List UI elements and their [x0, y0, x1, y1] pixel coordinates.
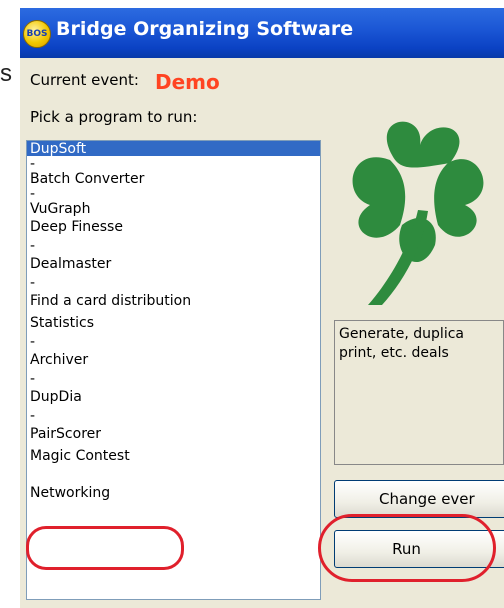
bos-logo-icon: BOS — [23, 20, 51, 48]
list-item-dupdia[interactable]: DupDia — [27, 386, 320, 408]
run-highlight-annotation — [318, 514, 496, 582]
list-separator[interactable]: - — [27, 408, 320, 424]
list-separator[interactable]: - — [27, 238, 320, 254]
list-item-networking[interactable]: Networking — [27, 482, 320, 504]
list-item-dealmaster[interactable]: Dealmaster — [27, 253, 320, 275]
list-item-deep-finesse[interactable]: Deep Finesse — [27, 216, 320, 238]
list-item-dupsoft[interactable]: DupSoft — [27, 141, 320, 157]
four-leaf-clover-icon — [330, 115, 490, 305]
list-item-pairscorer[interactable]: PairScorer — [27, 423, 320, 445]
list-spacer: - — [27, 467, 320, 482]
program-description: Generate, duplica print, etc. deals — [334, 320, 504, 465]
background-text-fragment: s — [0, 60, 12, 87]
list-item-vugraph[interactable]: VuGraph — [27, 201, 320, 217]
list-item-batch-converter[interactable]: Batch Converter — [27, 171, 320, 187]
networking-highlight-annotation — [26, 526, 184, 570]
list-item-magic-contest[interactable]: Magic Contest — [27, 445, 320, 467]
pick-program-label: Pick a program to run: — [30, 108, 198, 126]
list-separator[interactable]: - — [27, 334, 320, 350]
current-event-name: Demo — [155, 70, 220, 94]
list-separator[interactable]: - — [27, 275, 320, 291]
list-item-archiver[interactable]: Archiver — [27, 349, 320, 371]
change-event-button[interactable]: Change ever — [334, 480, 504, 518]
current-event-label: Current event: — [30, 71, 139, 89]
window-title: Bridge Organizing Software — [56, 18, 354, 40]
list-separator[interactable]: - — [27, 371, 320, 387]
title-bar[interactable]: BOS Bridge Organizing Software — [20, 8, 504, 58]
list-item-statistics[interactable]: Statistics — [27, 312, 320, 334]
list-item-find-card-distribution[interactable]: Find a card distribution — [27, 290, 320, 312]
list-separator[interactable]: - — [27, 156, 320, 172]
list-separator[interactable]: - — [27, 186, 320, 202]
